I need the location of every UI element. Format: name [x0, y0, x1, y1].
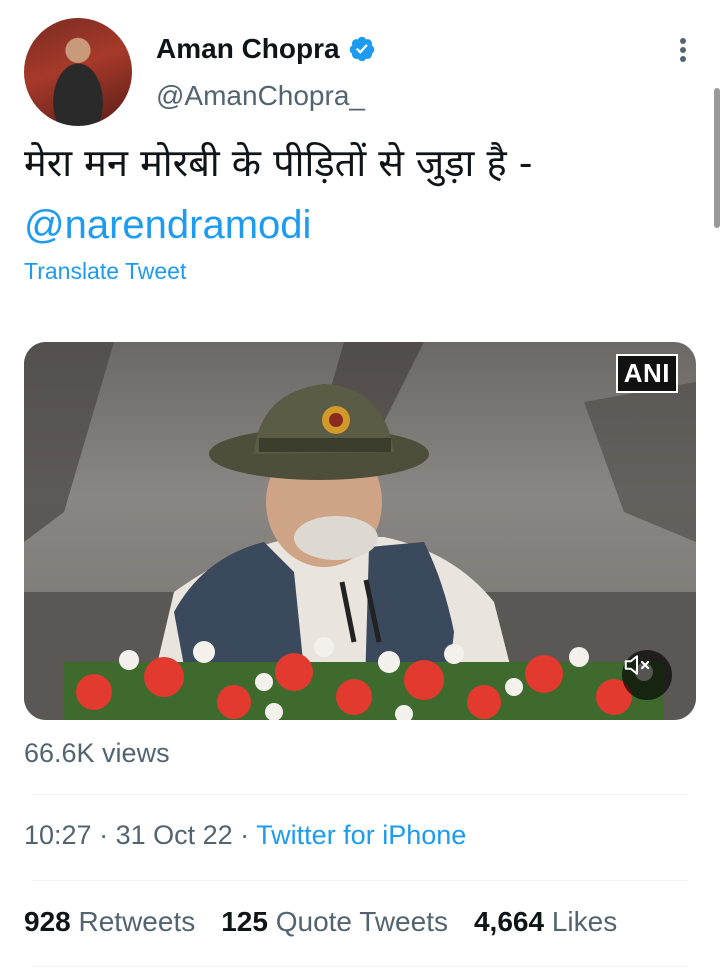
- retweets-count: 928: [24, 906, 71, 937]
- quotes-count: 125: [221, 906, 268, 937]
- video-frame: [24, 342, 696, 720]
- likes-label: Likes: [551, 906, 618, 937]
- translate-tweet-link[interactable]: Translate Tweet: [24, 258, 186, 285]
- mute-button[interactable]: [622, 650, 672, 700]
- view-count: 66.6K views: [24, 738, 170, 768]
- divider: [32, 966, 688, 967]
- video-player[interactable]: ANI: [24, 342, 696, 720]
- tweet-date[interactable]: 31 Oct 22: [116, 820, 233, 850]
- meta-separator: ·: [91, 820, 116, 850]
- author-name[interactable]: Aman Chopra: [156, 33, 340, 65]
- quote-tweets-stat[interactable]: 125 Quote Tweets: [221, 906, 448, 938]
- verified-badge-icon: [349, 36, 374, 62]
- likes-stat[interactable]: 4,664 Likes: [474, 906, 617, 938]
- tweet-meta: 10:27 · 31 Oct 22 · Twitter for iPhone: [24, 820, 466, 851]
- likes-count: 4,664: [473, 906, 545, 937]
- divider: [32, 880, 688, 881]
- engagement-stats: 928 Retweets 125 Quote Tweets 4,664 Like…: [24, 906, 617, 938]
- scrollbar-thumb[interactable]: [714, 88, 720, 228]
- author-avatar[interactable]: [24, 18, 132, 126]
- author-name-row[interactable]: Aman Chopra: [156, 33, 376, 65]
- retweets-stat[interactable]: 928 Retweets: [24, 906, 195, 938]
- quotes-label: Quote Tweets: [275, 906, 448, 937]
- retweets-label: Retweets: [78, 906, 196, 937]
- meta-separator: ·: [232, 820, 257, 850]
- author-handle[interactable]: @AmanChopra_: [156, 80, 365, 112]
- tweet-body: मेरा मन मोरबी के पीड़ितों से जुड़ा है -: [24, 141, 533, 185]
- ani-watermark: ANI: [615, 354, 678, 393]
- mute-icon: [624, 655, 650, 675]
- more-options-icon[interactable]: [678, 38, 688, 66]
- tweet-text: मेरा मन मोरबी के पीड़ितों से जुड़ा है - …: [24, 132, 532, 256]
- tweet-time[interactable]: 10:27: [24, 820, 92, 850]
- divider: [32, 794, 688, 795]
- tweet-source-link[interactable]: Twitter for iPhone: [256, 820, 466, 850]
- mention-link[interactable]: @narendramodi: [24, 194, 532, 256]
